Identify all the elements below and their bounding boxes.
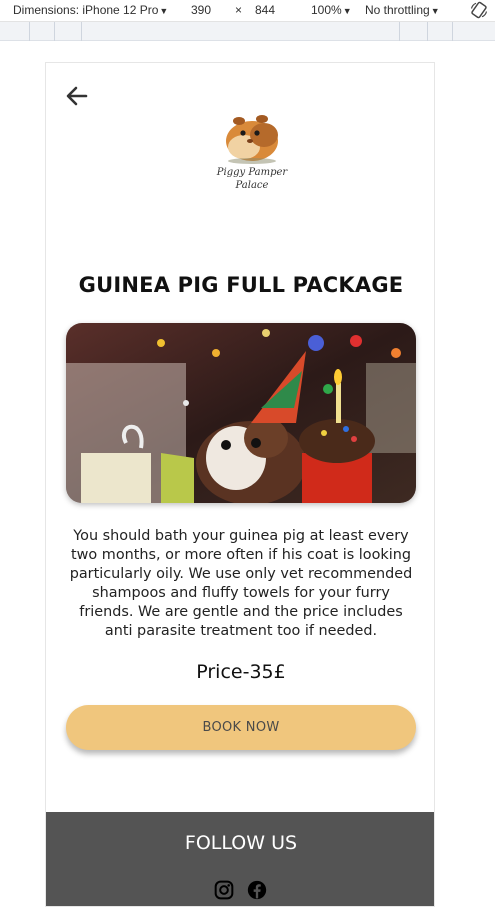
media-query-ruler[interactable] bbox=[0, 22, 495, 41]
throttling-label: No throttling bbox=[365, 3, 430, 17]
book-now-button[interactable]: BOOK NOW bbox=[66, 705, 416, 750]
ruler-tick bbox=[427, 22, 428, 41]
hero-image bbox=[66, 323, 416, 503]
page-title: GUINEA PIG FULL PACKAGE bbox=[78, 273, 404, 297]
throttling-caret-icon: ▼ bbox=[430, 6, 440, 16]
height-input[interactable]: 844 bbox=[255, 3, 275, 17]
zoom-dropdown[interactable]: 100%▼ bbox=[311, 3, 352, 17]
footer: FOLLOW US bbox=[46, 812, 434, 906]
device-viewport: Piggy Pamper Palace GUINEA PIG FULL PACK… bbox=[45, 62, 435, 907]
package-description: You should bath your guinea pig at least… bbox=[69, 528, 413, 639]
width-input[interactable]: 390 bbox=[191, 3, 211, 17]
ruler-tick bbox=[81, 22, 82, 41]
throttling-dropdown[interactable]: No throttling▼ bbox=[365, 3, 440, 17]
zoom-label: 100% bbox=[311, 3, 342, 17]
dimensions-label: Dimensions: iPhone 12 Pro bbox=[13, 3, 159, 17]
zoom-caret-icon: ▼ bbox=[342, 6, 352, 16]
ruler-tick bbox=[54, 22, 55, 41]
package-price: Price-35£ bbox=[196, 661, 286, 683]
rotate-icon[interactable] bbox=[470, 1, 488, 19]
back-arrow-icon[interactable] bbox=[64, 83, 90, 109]
dimensions-dropdown[interactable]: Dimensions: iPhone 12 Pro▼ bbox=[13, 3, 168, 17]
devtools-toolbar: Dimensions: iPhone 12 Pro▼ 390 × 844 100… bbox=[0, 0, 495, 22]
logo-line2: Palace bbox=[235, 180, 269, 191]
follow-us-heading: FOLLOW US bbox=[184, 832, 298, 854]
logo-line1: Piggy Pamper bbox=[216, 167, 289, 178]
ruler-tick bbox=[399, 22, 400, 41]
facebook-icon[interactable] bbox=[247, 880, 267, 900]
ruler-tick bbox=[452, 22, 453, 41]
instagram-icon[interactable] bbox=[214, 880, 234, 900]
times-sign: × bbox=[235, 3, 243, 17]
ruler-tick bbox=[29, 22, 30, 41]
dimensions-caret-icon: ▼ bbox=[159, 6, 169, 16]
piggy-pamper-palace-logo[interactable]: Piggy Pamper Palace bbox=[214, 101, 290, 197]
